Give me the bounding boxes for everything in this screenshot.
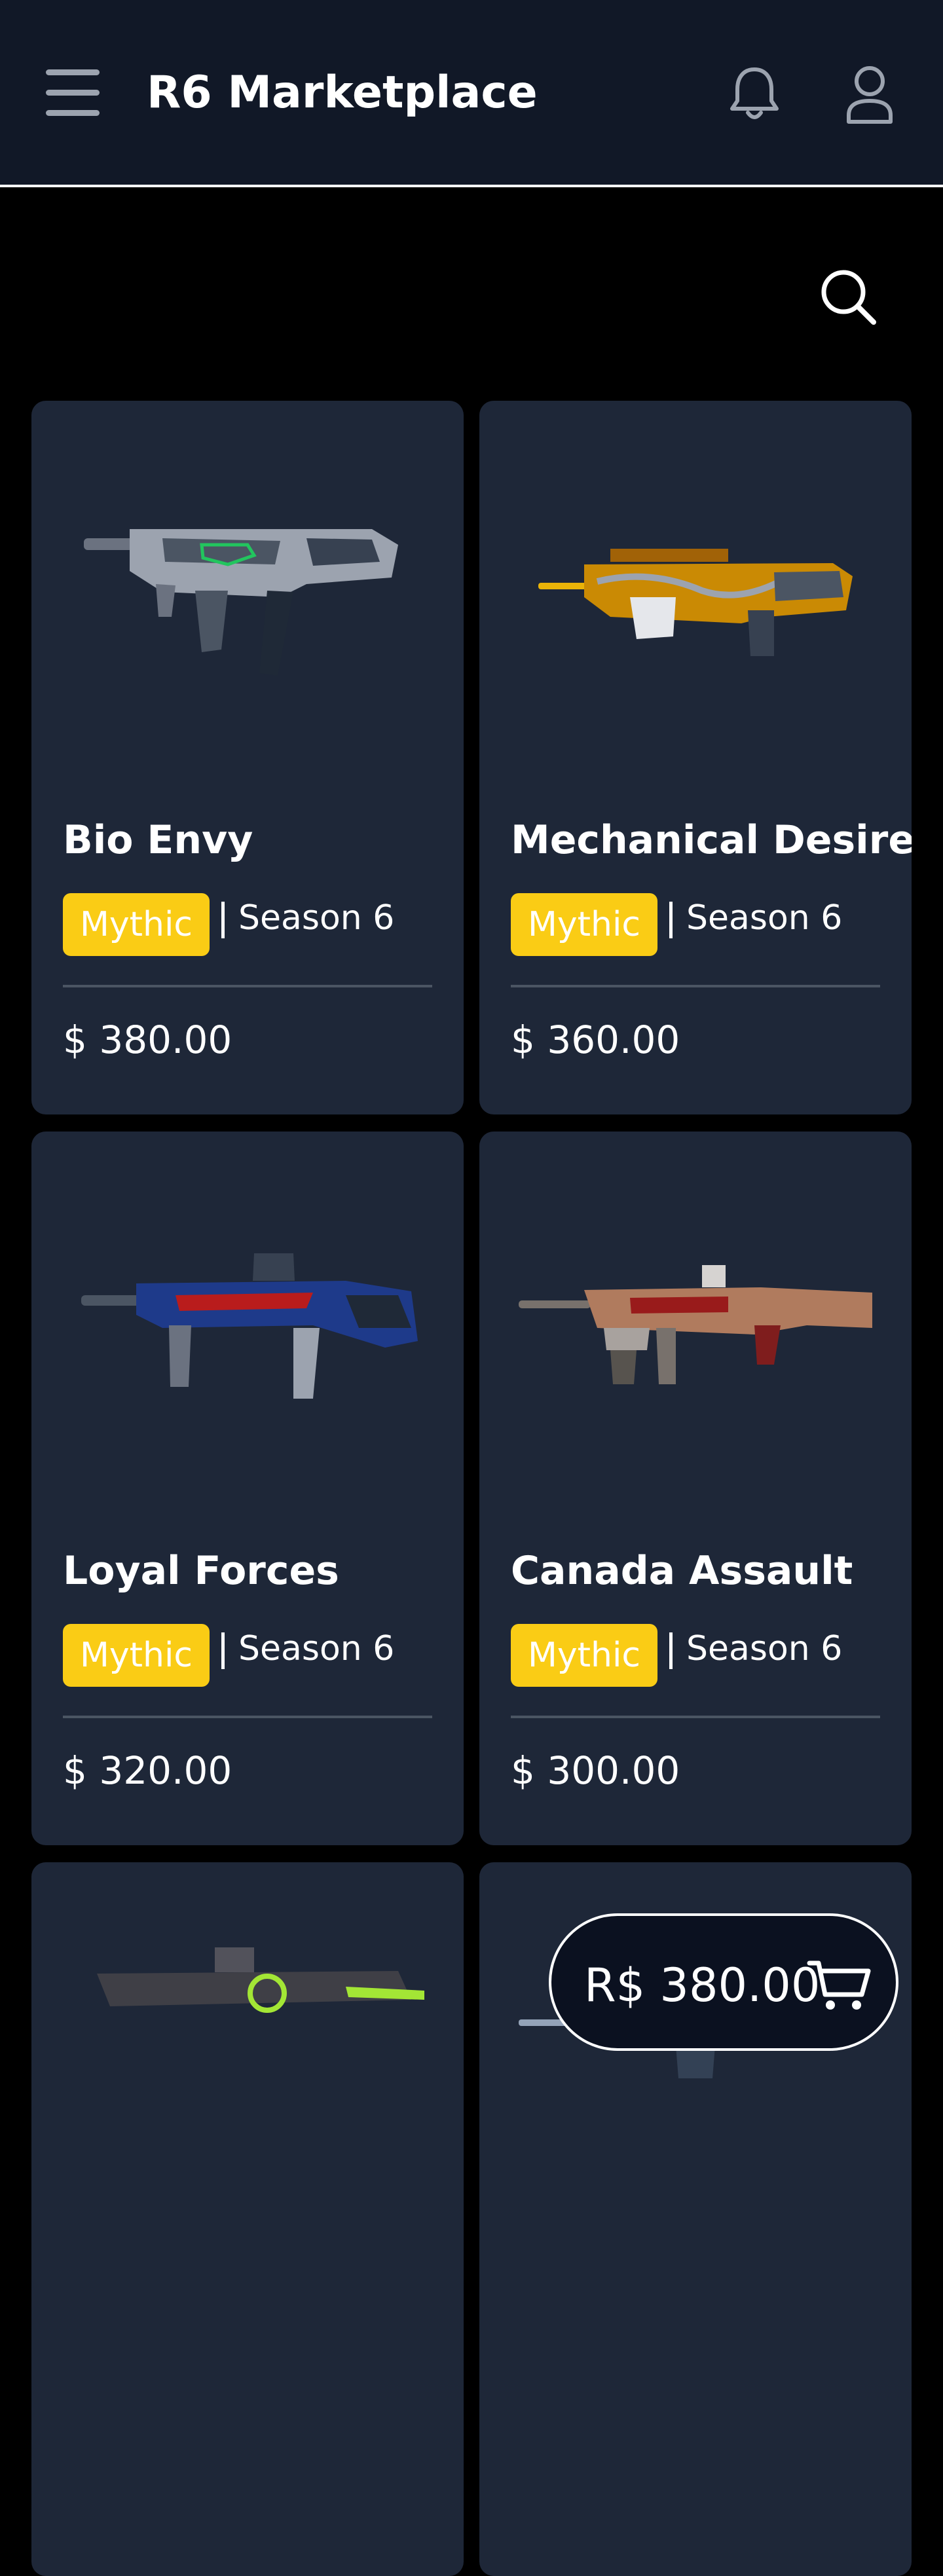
cart-button[interactable]: R$ 380.00 xyxy=(549,1913,898,2051)
divider xyxy=(63,985,432,987)
weapon-skin-image xyxy=(31,1862,464,2229)
divider xyxy=(511,1716,880,1718)
separator xyxy=(669,902,673,938)
item-price: $ 360.00 xyxy=(511,1018,680,1062)
season-label: Season 6 xyxy=(686,1629,843,1668)
item-name: Mechanical Desire xyxy=(511,817,912,863)
product-card[interactable]: Loyal Forces Mythic Season 6 $ 320.00 xyxy=(31,1132,464,1845)
weapon-skin-image xyxy=(479,1132,912,1498)
divider xyxy=(511,985,880,987)
rarity-badge: Mythic xyxy=(63,1624,210,1687)
item-price: $ 300.00 xyxy=(511,1748,680,1793)
product-card[interactable]: Bio Envy Mythic Season 6 $ 380.00 xyxy=(31,401,464,1114)
item-name: Canada Assault xyxy=(511,1548,853,1594)
cart-total: R$ 380.00 xyxy=(584,1959,821,2012)
product-card[interactable]: Mechanical Desire Mythic Season 6 $ 360.… xyxy=(479,401,912,1114)
season-label: Season 6 xyxy=(238,898,395,938)
separator xyxy=(221,902,225,938)
season-label: Season 6 xyxy=(686,898,843,938)
separator xyxy=(669,1632,673,1669)
separator xyxy=(221,1632,225,1669)
product-grid: Bio Envy Mythic Season 6 $ 380.00 Mechan… xyxy=(0,0,943,2576)
weapon-skin-image xyxy=(479,401,912,767)
rarity-badge: Mythic xyxy=(511,893,657,956)
product-card[interactable]: Canada Assault Mythic Season 6 $ 300.00 xyxy=(479,1132,912,1845)
season-label: Season 6 xyxy=(238,1629,395,1668)
item-price: $ 320.00 xyxy=(63,1748,232,1793)
rarity-badge: Mythic xyxy=(511,1624,657,1687)
product-card[interactable] xyxy=(31,1862,464,2576)
weapon-skin-image xyxy=(31,1132,464,1498)
shopping-cart-icon xyxy=(807,1960,871,2010)
weapon-skin-image xyxy=(31,401,464,767)
divider xyxy=(63,1716,432,1718)
item-name: Bio Envy xyxy=(63,817,253,863)
rarity-badge: Mythic xyxy=(63,893,210,956)
item-price: $ 380.00 xyxy=(63,1018,232,1062)
item-name: Loyal Forces xyxy=(63,1548,339,1594)
